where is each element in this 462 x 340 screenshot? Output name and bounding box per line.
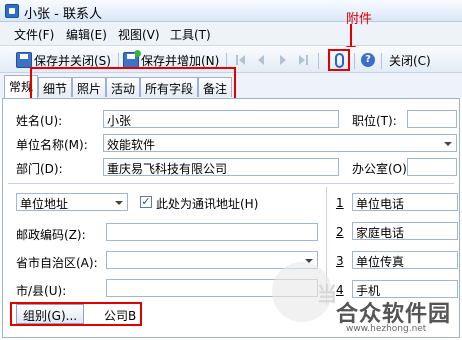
name-input[interactable]: 小张 [103, 110, 339, 128]
mailing-address-label: 此处为通讯地址(H) [156, 197, 259, 211]
toolbar-separator [318, 53, 319, 69]
next-record-icon[interactable] [280, 55, 286, 65]
phone-type-home[interactable]: 家庭电话 [352, 222, 458, 240]
phone-type-work[interactable]: 单位电话 [352, 193, 458, 211]
tab-details[interactable]: 细节 [38, 77, 73, 97]
phone-index: 3 [336, 254, 344, 268]
tab-photo[interactable]: 照片 [72, 77, 107, 97]
company-label: 单位名称(M): [16, 138, 88, 152]
save-icon [16, 52, 32, 68]
first-record-arrow-icon [239, 55, 245, 65]
province-label: 省市自治区(A): [16, 256, 98, 270]
phone-index: 2 [336, 225, 344, 239]
close-button[interactable]: 关闭(C) [389, 51, 431, 69]
toolbar-separator [354, 53, 355, 69]
menu-tools[interactable]: 工具(T) [170, 26, 211, 43]
first-record-icon[interactable] [236, 55, 238, 65]
department-label: 部门(D): [16, 162, 63, 176]
postal-code-input[interactable] [106, 223, 318, 241]
menu-view[interactable]: 视图(V) [118, 26, 160, 43]
office-label: 办公室(O): [352, 162, 411, 176]
postal-code-label: 邮政编码(Z): [16, 228, 86, 242]
position-label: 职位(T): [352, 114, 397, 128]
section-divider [8, 183, 454, 184]
tab-bar: 常规 细节 照片 活动 所有字段 备注 [0, 67, 462, 105]
tab-all-fields[interactable]: 所有字段 [140, 77, 199, 97]
group-button[interactable]: 组别(G)... [16, 304, 85, 324]
phone-type-fax[interactable]: 单位传真 [352, 251, 458, 269]
toolbar-separator [381, 53, 382, 69]
paperclip-attachment-icon[interactable] [335, 53, 344, 68]
department-input[interactable]: 重庆易飞科技有限公司 [103, 158, 339, 176]
tab-notes[interactable]: 备注 [198, 77, 233, 97]
phone-index: 1 [336, 196, 344, 210]
window-title: 小张 - 联系人 [24, 7, 102, 22]
position-input[interactable] [407, 110, 457, 128]
title-bar: 小张 - 联系人 [0, 0, 462, 22]
contact-app-icon [5, 4, 19, 18]
menu-file[interactable]: 文件(F) [14, 26, 54, 43]
name-label: 姓名(U): [16, 114, 63, 128]
tab-activity[interactable]: 活动 [106, 77, 141, 97]
group-value: 公司B [104, 309, 137, 323]
phone-index: 4 [336, 283, 344, 297]
address-type-select[interactable]: 单位地址 [16, 193, 128, 211]
menu-edit[interactable]: 编辑(E) [66, 26, 107, 43]
previous-record-icon[interactable] [258, 55, 264, 65]
last-record-icon[interactable] [306, 55, 308, 65]
company-select[interactable]: 效能软件 [103, 134, 457, 152]
last-record-arrow-icon [299, 55, 305, 65]
help-icon[interactable]: ? [361, 53, 375, 67]
save-add-icon [123, 50, 141, 68]
menu-bar: 文件(F) 编辑(E) 视图(V) 工具(T) [0, 22, 462, 46]
watermark-url: www.hezhong.net [346, 324, 427, 334]
city-label: 市/县(U): [16, 284, 67, 298]
office-input[interactable] [407, 158, 457, 176]
watermark-side-text: 当 [317, 282, 337, 306]
mailing-address-checkbox[interactable]: ✓ [140, 196, 152, 208]
